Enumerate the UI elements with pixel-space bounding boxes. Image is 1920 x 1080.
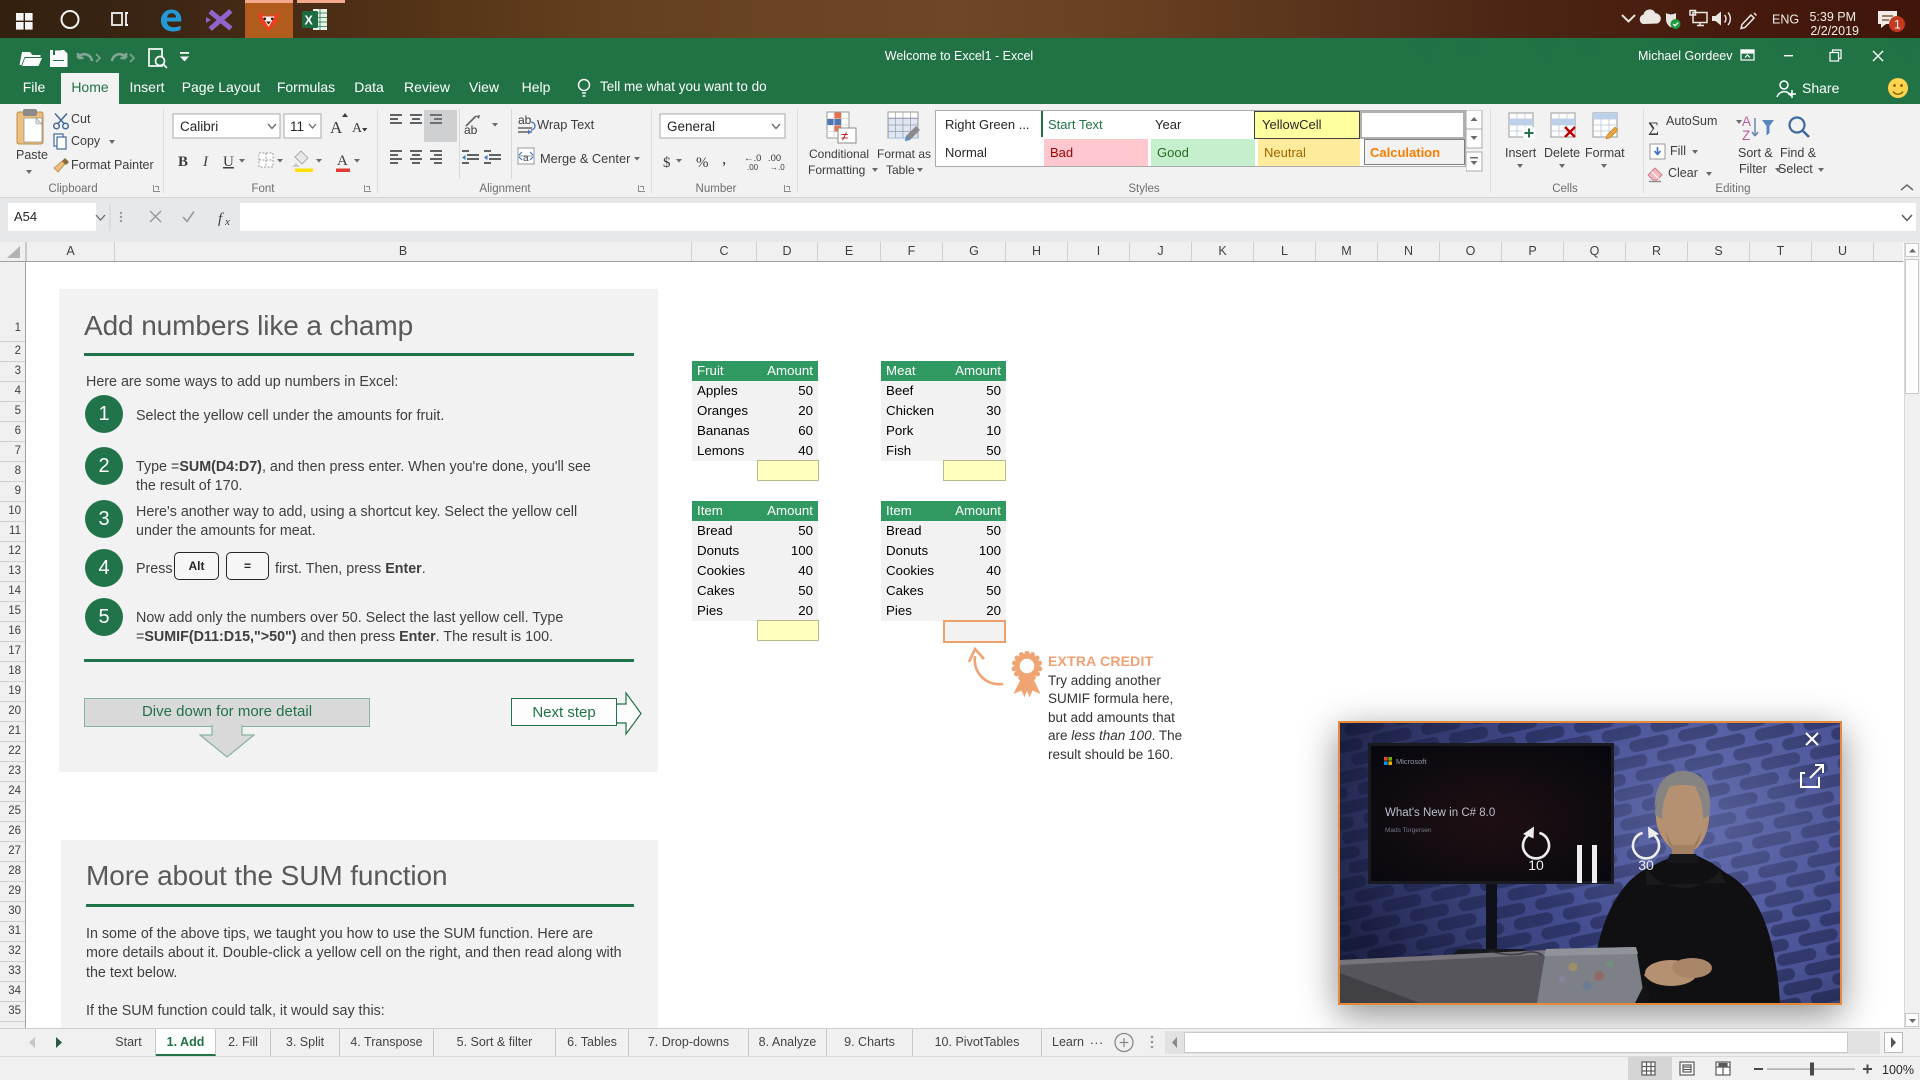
svg-text:A: A <box>330 118 343 137</box>
svg-text:General: General <box>667 119 715 134</box>
svg-text:X: X <box>305 14 314 28</box>
svg-text:f: f <box>218 211 224 227</box>
svg-text:a: a <box>523 153 529 164</box>
svg-text:Merge & Center: Merge & Center <box>540 151 631 166</box>
svg-text:A: A <box>352 121 363 136</box>
svg-text:U: U <box>223 154 234 170</box>
svg-text:Michael Gordeev: Michael Gordeev <box>1638 49 1733 63</box>
svg-text:.00: .00 <box>747 163 759 172</box>
svg-text:ab: ab <box>464 123 478 137</box>
svg-text:Wrap Text: Wrap Text <box>537 117 595 132</box>
svg-text:→.0: →.0 <box>770 163 785 172</box>
svg-text:Σ: Σ <box>1648 119 1659 140</box>
svg-text:%: % <box>696 155 709 171</box>
svg-text:ENG: ENG <box>1772 13 1799 27</box>
svg-text:100%: 100% <box>1882 1063 1914 1077</box>
svg-text:I: I <box>202 154 209 170</box>
svg-text:≠: ≠ <box>841 129 848 144</box>
svg-text:ab: ab <box>518 113 532 127</box>
svg-text:$: $ <box>663 155 671 171</box>
svg-text:11: 11 <box>290 119 304 134</box>
svg-text:Z: Z <box>1742 128 1750 143</box>
svg-text:A: A <box>337 153 348 169</box>
svg-text:x: x <box>224 216 230 228</box>
svg-text:,: , <box>722 149 726 168</box>
svg-text:Welcome to Excel1 - Excel: Welcome to Excel1 - Excel <box>885 49 1033 63</box>
svg-text:5:39 PM: 5:39 PM <box>1809 10 1856 24</box>
svg-text:A: A <box>1742 114 1751 129</box>
svg-text:1: 1 <box>1894 18 1901 32</box>
svg-text:B: B <box>178 154 188 170</box>
svg-text:Share: Share <box>1802 80 1840 96</box>
svg-text:Calibri: Calibri <box>180 119 218 134</box>
svg-text:2/2/2019: 2/2/2019 <box>1810 24 1859 38</box>
